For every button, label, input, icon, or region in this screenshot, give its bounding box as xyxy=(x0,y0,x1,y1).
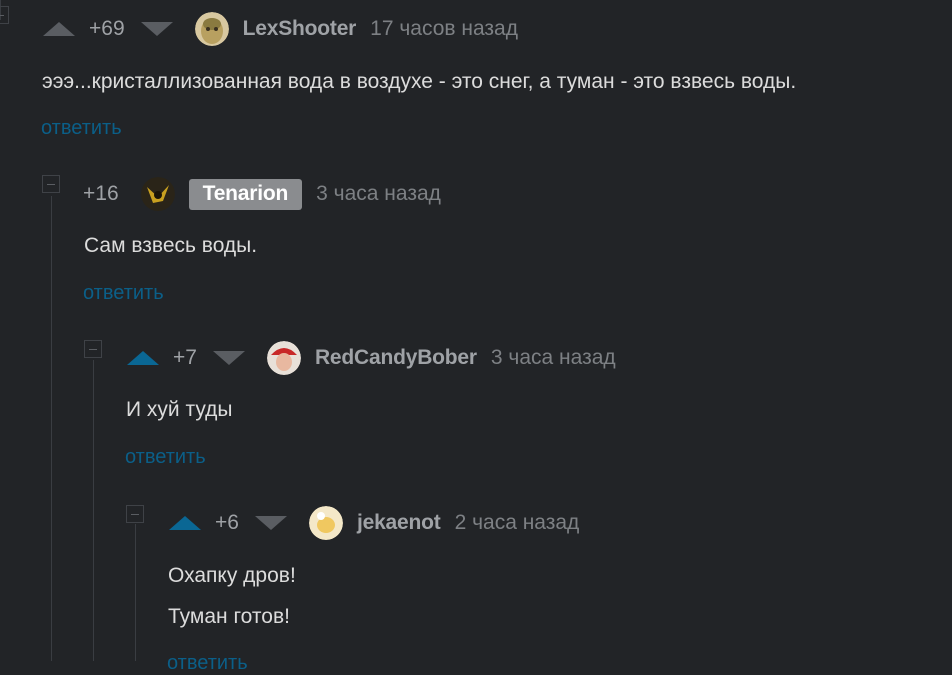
user-avatar[interactable] xyxy=(140,177,175,211)
upvote-icon[interactable] xyxy=(43,22,75,36)
reply-link[interactable]: ответить xyxy=(167,652,248,675)
comment-username[interactable]: RedCandyBober xyxy=(315,346,477,370)
collapse-button[interactable] xyxy=(126,505,144,523)
comment-header: +6 jekaenot 2 часа назад xyxy=(169,506,580,540)
comment-text: И хуй туды xyxy=(126,398,233,421)
upvote-icon[interactable] xyxy=(127,351,159,365)
thread-line xyxy=(135,524,136,661)
reply-link[interactable]: ответить xyxy=(83,282,164,305)
comment-time: 17 часов назад xyxy=(370,17,518,40)
collapse-button[interactable] xyxy=(42,175,60,193)
collapse-button[interactable] xyxy=(84,340,102,358)
upvote-icon[interactable] xyxy=(169,516,201,530)
comment-header: +16 Tenarion 3 часа назад xyxy=(83,177,441,211)
comment-header: +69 LexShooter 17 часов назад xyxy=(43,12,518,46)
comment-username[interactable]: Tenarion xyxy=(188,178,303,210)
comment-username[interactable]: LexShooter xyxy=(243,17,357,41)
comment-time: 2 часа назад xyxy=(454,511,580,534)
user-avatar[interactable] xyxy=(266,341,301,375)
comment-rating: +6 xyxy=(215,511,239,534)
user-avatar[interactable] xyxy=(308,506,343,540)
downvote-icon[interactable] xyxy=(140,22,173,36)
comment-text: Охапку дров! xyxy=(168,564,296,587)
downvote-icon[interactable] xyxy=(212,351,245,365)
reply-link[interactable]: ответить xyxy=(41,117,122,140)
comment-time: 3 часа назад xyxy=(490,346,616,369)
downvote-icon[interactable] xyxy=(254,516,287,530)
reply-link[interactable]: ответить xyxy=(125,446,206,469)
comment-rating: +7 xyxy=(173,346,197,369)
comment-text: эээ...кристаллизованная вода в воздухе -… xyxy=(42,70,797,93)
comment-username[interactable]: jekaenot xyxy=(357,511,441,535)
thread-line xyxy=(51,196,52,661)
comment-text: Туман готов! xyxy=(168,605,290,628)
comment-rating: +69 xyxy=(89,17,125,40)
thread-line xyxy=(93,360,94,661)
comment-time: 3 часа назад xyxy=(316,182,441,205)
comment-text: Сам взвесь воды. xyxy=(84,234,258,257)
user-avatar[interactable] xyxy=(194,12,229,46)
collapse-button[interactable] xyxy=(0,6,9,24)
comment-rating: +16 xyxy=(83,182,119,205)
comment-header: +7 RedCandyBober 3 часа назад xyxy=(127,341,616,375)
